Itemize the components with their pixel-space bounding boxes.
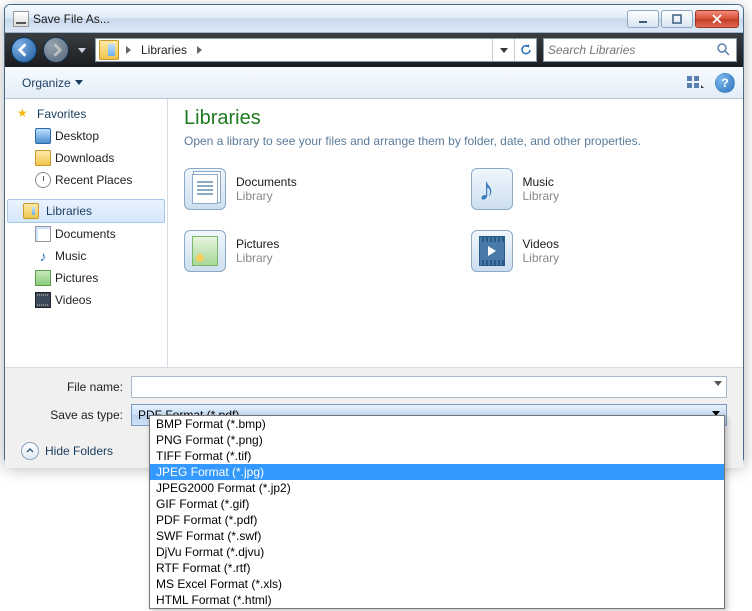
sidebar-item-pictures[interactable]: Pictures (5, 267, 167, 289)
sidebar-item-music[interactable]: ♪Music (5, 245, 167, 267)
saveastype-dropdown[interactable]: BMP Format (*.bmp)PNG Format (*.png)TIFF… (149, 415, 725, 609)
maximize-button[interactable] (661, 10, 693, 28)
content-pane: Libraries Open a library to see your fil… (168, 99, 743, 367)
sidebar-item-documents[interactable]: Documents (5, 223, 167, 245)
libraries-icon (99, 40, 119, 60)
dropdown-option[interactable]: MS Excel Format (*.xls) (150, 576, 724, 592)
search-icon (716, 42, 732, 58)
back-button[interactable] (11, 37, 37, 63)
organize-button[interactable]: Organize (13, 71, 92, 95)
library-pictures[interactable]: PicturesLibrary (184, 230, 441, 272)
filename-input[interactable] (131, 376, 727, 398)
video-icon (35, 292, 51, 308)
document-icon (35, 226, 51, 242)
breadcrumb-arrow-icon[interactable] (193, 43, 206, 57)
sidebar-item-videos[interactable]: Videos (5, 289, 167, 311)
dropdown-option[interactable]: PDF Format (*.pdf) (150, 512, 724, 528)
dropdown-option[interactable]: BMP Format (*.bmp) (150, 416, 724, 432)
help-button[interactable]: ? (715, 73, 735, 93)
app-icon (13, 11, 29, 27)
organize-label: Organize (22, 76, 71, 90)
sidebar-item-downloads[interactable]: Downloads (5, 147, 167, 169)
minimize-button[interactable] (627, 10, 659, 28)
chevron-down-icon[interactable] (714, 381, 722, 386)
address-dropdown-button[interactable] (492, 39, 514, 61)
library-documents[interactable]: DocumentsLibrary (184, 168, 441, 210)
close-button[interactable] (695, 10, 739, 28)
content-heading: Libraries (184, 107, 727, 130)
folder-icon (35, 150, 51, 166)
toolbar: Organize ? (5, 67, 743, 99)
sidebar-item-recent[interactable]: Recent Places (5, 169, 167, 191)
music-icon: ♪ (35, 248, 51, 264)
breadcrumb-arrow-icon[interactable] (122, 43, 135, 57)
dropdown-option[interactable]: HTML Format (*.html) (150, 592, 724, 608)
library-music[interactable]: ♪ MusicLibrary (471, 168, 728, 210)
refresh-button[interactable] (514, 39, 536, 61)
sidebar-libraries[interactable]: Libraries (7, 199, 165, 223)
title-bar[interactable]: Save File As... (5, 5, 743, 33)
search-box[interactable] (543, 38, 737, 62)
library-videos[interactable]: VideosLibrary (471, 230, 728, 272)
dropdown-option[interactable]: JPEG2000 Format (*.jp2) (150, 480, 724, 496)
recent-icon (35, 172, 51, 188)
breadcrumb-location[interactable]: Libraries (135, 43, 193, 57)
star-icon: ★ (17, 106, 33, 122)
save-file-dialog: Save File As... Libraries Organize (4, 4, 744, 464)
saveastype-label: Save as type: (21, 408, 131, 422)
dropdown-option[interactable]: DjVu Format (*.djvu) (150, 544, 724, 560)
sidebar-favorites[interactable]: ★Favorites (5, 103, 167, 125)
documents-library-icon (184, 168, 226, 210)
dropdown-option[interactable]: PNG Format (*.png) (150, 432, 724, 448)
forward-button[interactable] (43, 37, 69, 63)
libraries-icon (23, 203, 39, 219)
address-bar[interactable]: Libraries (95, 38, 537, 62)
dropdown-option[interactable]: RTF Format (*.rtf) (150, 560, 724, 576)
dropdown-option[interactable]: JPEG Format (*.jpg) (150, 464, 724, 480)
hide-folders-button[interactable]: Hide Folders (21, 442, 113, 460)
filename-label: File name: (21, 380, 131, 394)
desktop-icon (35, 128, 51, 144)
chevron-down-icon (75, 80, 83, 85)
sidebar[interactable]: ★Favorites Desktop Downloads Recent Plac… (5, 99, 168, 367)
search-input[interactable] (548, 43, 716, 57)
window-title: Save File As... (33, 12, 625, 26)
nav-history-button[interactable] (75, 37, 89, 63)
dropdown-option[interactable]: SWF Format (*.swf) (150, 528, 724, 544)
music-library-icon: ♪ (471, 168, 513, 210)
picture-icon (35, 270, 51, 286)
pictures-library-icon (184, 230, 226, 272)
sidebar-item-desktop[interactable]: Desktop (5, 125, 167, 147)
content-subtitle: Open a library to see your files and arr… (184, 134, 727, 148)
dropdown-option[interactable]: GIF Format (*.gif) (150, 496, 724, 512)
videos-library-icon (471, 230, 513, 272)
view-options-button[interactable] (685, 72, 707, 94)
chevron-up-icon (21, 442, 39, 460)
dropdown-option[interactable]: TIFF Format (*.tif) (150, 448, 724, 464)
nav-bar: Libraries (5, 33, 743, 67)
